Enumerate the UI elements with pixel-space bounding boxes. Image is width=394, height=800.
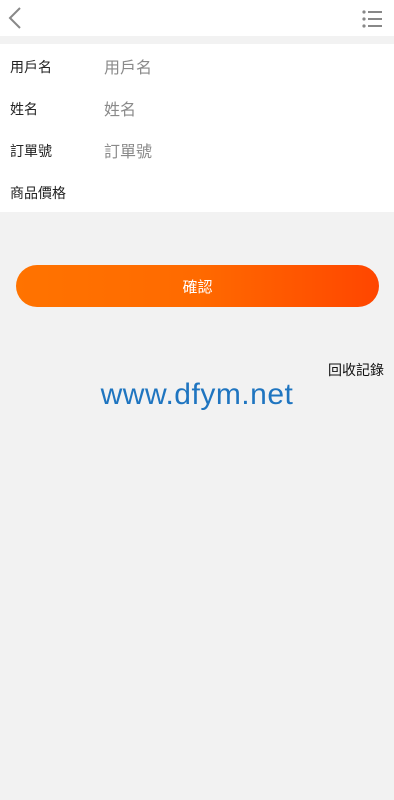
name-label: 姓名	[10, 102, 38, 118]
chevron-left-icon	[8, 7, 21, 29]
watermark-text: www.dfym.net	[100, 378, 294, 411]
username-input[interactable]	[100, 52, 378, 82]
form-row-product-price: 商品價格	[0, 172, 394, 214]
list-menu-icon	[362, 10, 382, 28]
menu-button[interactable]	[360, 7, 384, 31]
order-number-input[interactable]	[100, 136, 378, 166]
confirm-button-label: 確認	[182, 277, 213, 296]
name-input[interactable]	[100, 94, 378, 124]
recycle-form: 用戶名 姓名 訂單號 商品價格	[0, 44, 394, 212]
form-row-name: 姓名	[0, 88, 394, 130]
recycle-records-link[interactable]: 回收記錄	[328, 360, 384, 380]
username-label: 用戶名	[10, 60, 52, 76]
product-price-label: 商品價格	[10, 186, 66, 202]
top-bar	[0, 0, 394, 36]
form-row-order-number: 訂單號	[0, 130, 394, 172]
product-price-input[interactable]	[100, 178, 378, 208]
back-button[interactable]	[2, 4, 28, 32]
order-number-label: 訂單號	[10, 144, 52, 160]
form-row-username: 用戶名	[0, 46, 394, 88]
confirm-button[interactable]: 確認	[16, 265, 379, 307]
